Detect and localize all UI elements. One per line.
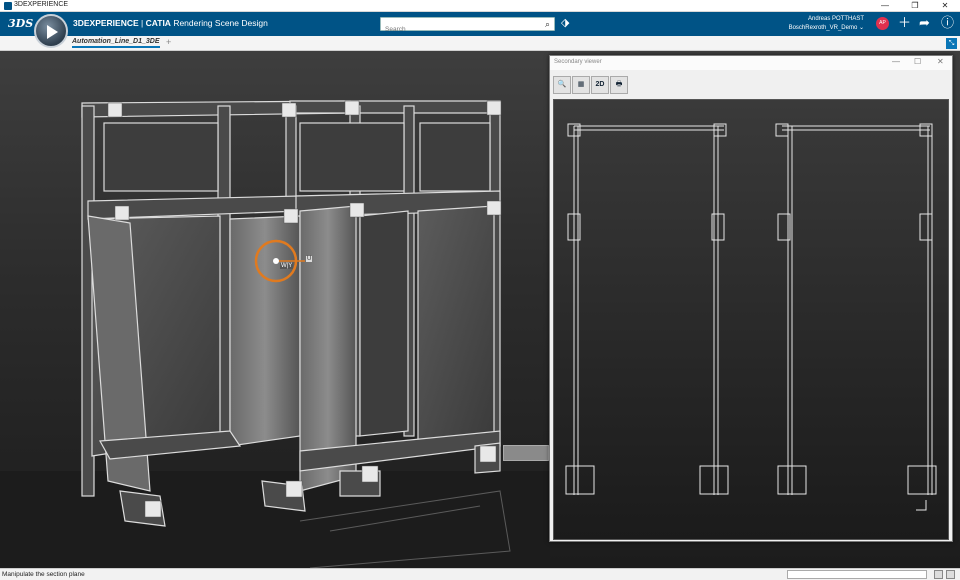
brand-prefix: 3DEXPERIENCE: [73, 18, 139, 28]
avatar[interactable]: AP: [876, 17, 889, 30]
compass-widget[interactable]: [34, 14, 68, 48]
sv-maximize-button[interactable]: ☐: [914, 57, 921, 66]
play-icon: [47, 25, 58, 39]
add-icon[interactable]: ＋: [898, 15, 911, 31]
frame-structure: [81, 100, 501, 527]
secondary-viewer-title: Secondary viewer: [554, 59, 602, 65]
share-icon[interactable]: ➦: [919, 15, 930, 31]
top-bar: 3DS 3DEXPERIENCE | CATIA Rendering Scene…: [0, 12, 960, 36]
manipulator-axis-label[interactable]: U: [306, 256, 313, 262]
status-input[interactable]: [787, 570, 927, 579]
axis-triad-icon: [916, 500, 927, 511]
secondary-viewer-canvas[interactable]: [553, 99, 949, 540]
search-box: ⌕: [380, 17, 555, 36]
search-icon[interactable]: ⌕: [545, 19, 550, 30]
section-drawing: [565, 123, 937, 511]
app-brand: 3DEXPERIENCE | CATIA Rendering Scene Des…: [73, 18, 268, 28]
user-context[interactable]: BoschRexroth_VR_Demo ⌄: [789, 24, 864, 33]
section-outlines: [565, 123, 937, 495]
help-icon[interactable]: ⓘ: [941, 15, 954, 31]
collapse-icon[interactable]: ⤡: [946, 38, 957, 49]
os-window-buttons: — ❐ ✕: [870, 0, 960, 12]
add-tab-button[interactable]: +: [166, 37, 171, 47]
2d-mode-icon[interactable]: 2D: [591, 76, 609, 94]
secondary-viewer-titlebar[interactable]: Secondary viewer — ☐ ✕: [550, 56, 952, 70]
brand-app: CATIA: [145, 18, 171, 28]
tag-icon[interactable]: ⬗: [561, 16, 569, 29]
user-info[interactable]: Andreas POTTHAST BoschRexroth_VR_Demo ⌄: [789, 15, 864, 33]
print-icon[interactable]: 🖶: [610, 76, 628, 94]
os-window-title: 3DEXPERIENCE: [14, 1, 69, 8]
view-orientation-cube[interactable]: [503, 445, 549, 461]
brand-separator: |: [138, 18, 146, 28]
sv-close-button[interactable]: ✕: [937, 57, 944, 66]
status-message: Manipulate the section plane: [2, 571, 85, 578]
brand-rest: Rendering Scene Design: [170, 18, 268, 28]
secondary-viewer-toolbar: 🔍 ▦ 2D 🖶: [553, 76, 628, 96]
manipulator-center[interactable]: [273, 258, 279, 264]
close-button[interactable]: ✕: [930, 0, 960, 12]
minimize-button[interactable]: —: [870, 0, 900, 12]
secondary-viewer-window[interactable]: Secondary viewer — ☐ ✕ 🔍 ▦ 2D 🖶: [549, 55, 953, 542]
restore-button[interactable]: ❐: [900, 0, 930, 12]
search-tool-icon[interactable]: 🔍: [553, 76, 571, 94]
manipulator-label[interactable]: W|Y: [280, 263, 294, 269]
status-bar: Manipulate the section plane: [0, 568, 960, 580]
status-clear-icon[interactable]: [946, 570, 955, 579]
status-toggle-icon[interactable]: [934, 570, 943, 579]
sv-minimize-button[interactable]: —: [892, 57, 900, 66]
tab-bar: Automation_Line_D1_3DE + ⤡: [0, 36, 960, 51]
user-name: Andreas POTTHAST: [807, 16, 864, 22]
app-window: 3DEXPERIENCE — ❐ ✕ 3DS 3DEXPERIENCE | CA…: [0, 0, 960, 580]
app-icon: [4, 2, 12, 10]
os-title-bar: 3DEXPERIENCE — ❐ ✕: [0, 0, 960, 12]
section-tool-icon[interactable]: ▦: [572, 76, 590, 94]
search-input[interactable]: [381, 23, 531, 36]
tab-automation-line[interactable]: Automation_Line_D1_3DE: [72, 38, 160, 48]
ds-logo[interactable]: 3DS: [8, 17, 33, 30]
